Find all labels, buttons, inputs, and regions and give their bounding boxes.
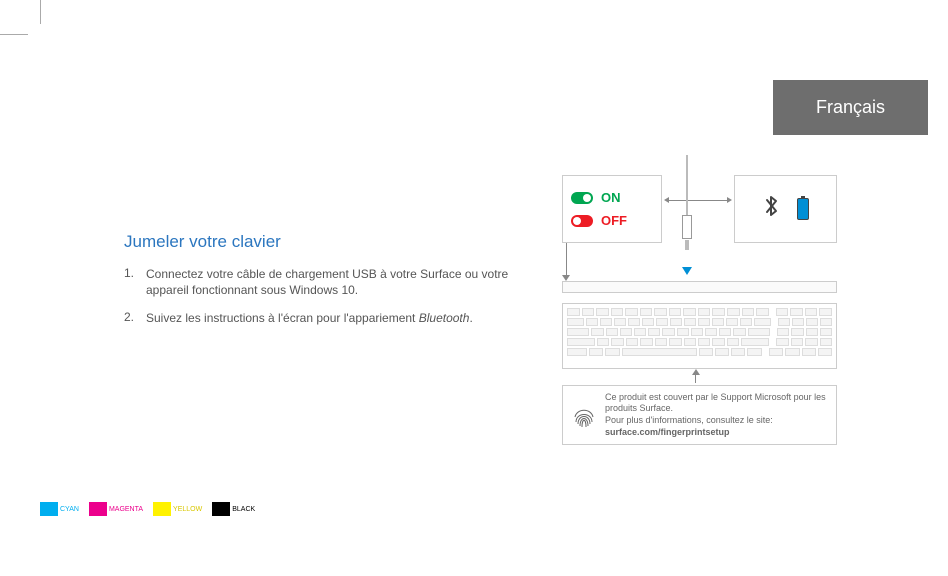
crop-mark-horizontal	[0, 34, 28, 35]
step-text-suffix: .	[469, 311, 472, 325]
bluetooth-battery-callout	[734, 175, 837, 243]
usb-cable-icon	[680, 155, 694, 275]
connector-arrow	[668, 200, 728, 201]
page-title: Jumeler votre clavier	[124, 232, 524, 252]
usb-insert-arrow-icon	[682, 267, 692, 275]
step-text-prefix: Suivez les instructions à l'écran pour l…	[146, 311, 419, 325]
language-tab: Français	[773, 80, 928, 135]
keyboard-illustration	[562, 303, 837, 369]
info-line-2: Pour plus d'informations, consultez le s…	[605, 415, 826, 427]
support-info-text: Ce produit est couvert par le Support Mi…	[605, 392, 826, 439]
fingerprint-icon	[573, 402, 595, 428]
support-info-box: Ce produit est couvert par le Support Mi…	[562, 385, 837, 445]
fingerprint-pointer-arrow	[692, 369, 700, 383]
step-2: 2. Suivez les instructions à l'écran pou…	[124, 310, 524, 326]
on-label: ON	[601, 190, 621, 205]
swatch-magenta	[89, 502, 107, 516]
instructions-column: Jumeler votre clavier 1. Connectez votre…	[124, 232, 524, 339]
swatch-label-black: BLACK	[230, 506, 261, 513]
swatch-black	[212, 502, 230, 516]
switch-pointer-arrow	[562, 243, 570, 281]
switch-on-row: ON	[571, 190, 653, 205]
switch-off-row: OFF	[571, 213, 653, 228]
keyboard-top-edge	[562, 281, 837, 293]
step-text: Connectez votre câble de chargement USB …	[146, 266, 524, 298]
off-label: OFF	[601, 213, 627, 228]
bluetooth-icon	[763, 193, 781, 226]
info-line-1: Ce produit est couvert par le Support Mi…	[605, 392, 826, 415]
step-text-em: Bluetooth	[419, 311, 470, 325]
battery-icon	[797, 198, 809, 220]
toggle-on-icon	[571, 192, 593, 204]
swatch-label-magenta: MAGENTA	[107, 506, 149, 513]
swatch-label-yellow: YELLOW	[171, 506, 208, 513]
swatch-yellow	[153, 502, 171, 516]
step-number: 2.	[124, 310, 146, 326]
toggle-off-icon	[571, 215, 593, 227]
crop-mark-vertical	[40, 0, 41, 24]
print-color-bar: CYAN MAGENTA YELLOW BLACK	[40, 502, 265, 516]
step-1: 1. Connectez votre câble de chargement U…	[124, 266, 524, 298]
swatch-cyan	[40, 502, 58, 516]
info-url: surface.com/fingerprintsetup	[605, 427, 826, 439]
swatch-label-cyan: CYAN	[58, 506, 85, 513]
step-text: Suivez les instructions à l'écran pour l…	[146, 310, 473, 326]
step-number: 1.	[124, 266, 146, 298]
power-switch-callout: ON OFF	[562, 175, 662, 243]
